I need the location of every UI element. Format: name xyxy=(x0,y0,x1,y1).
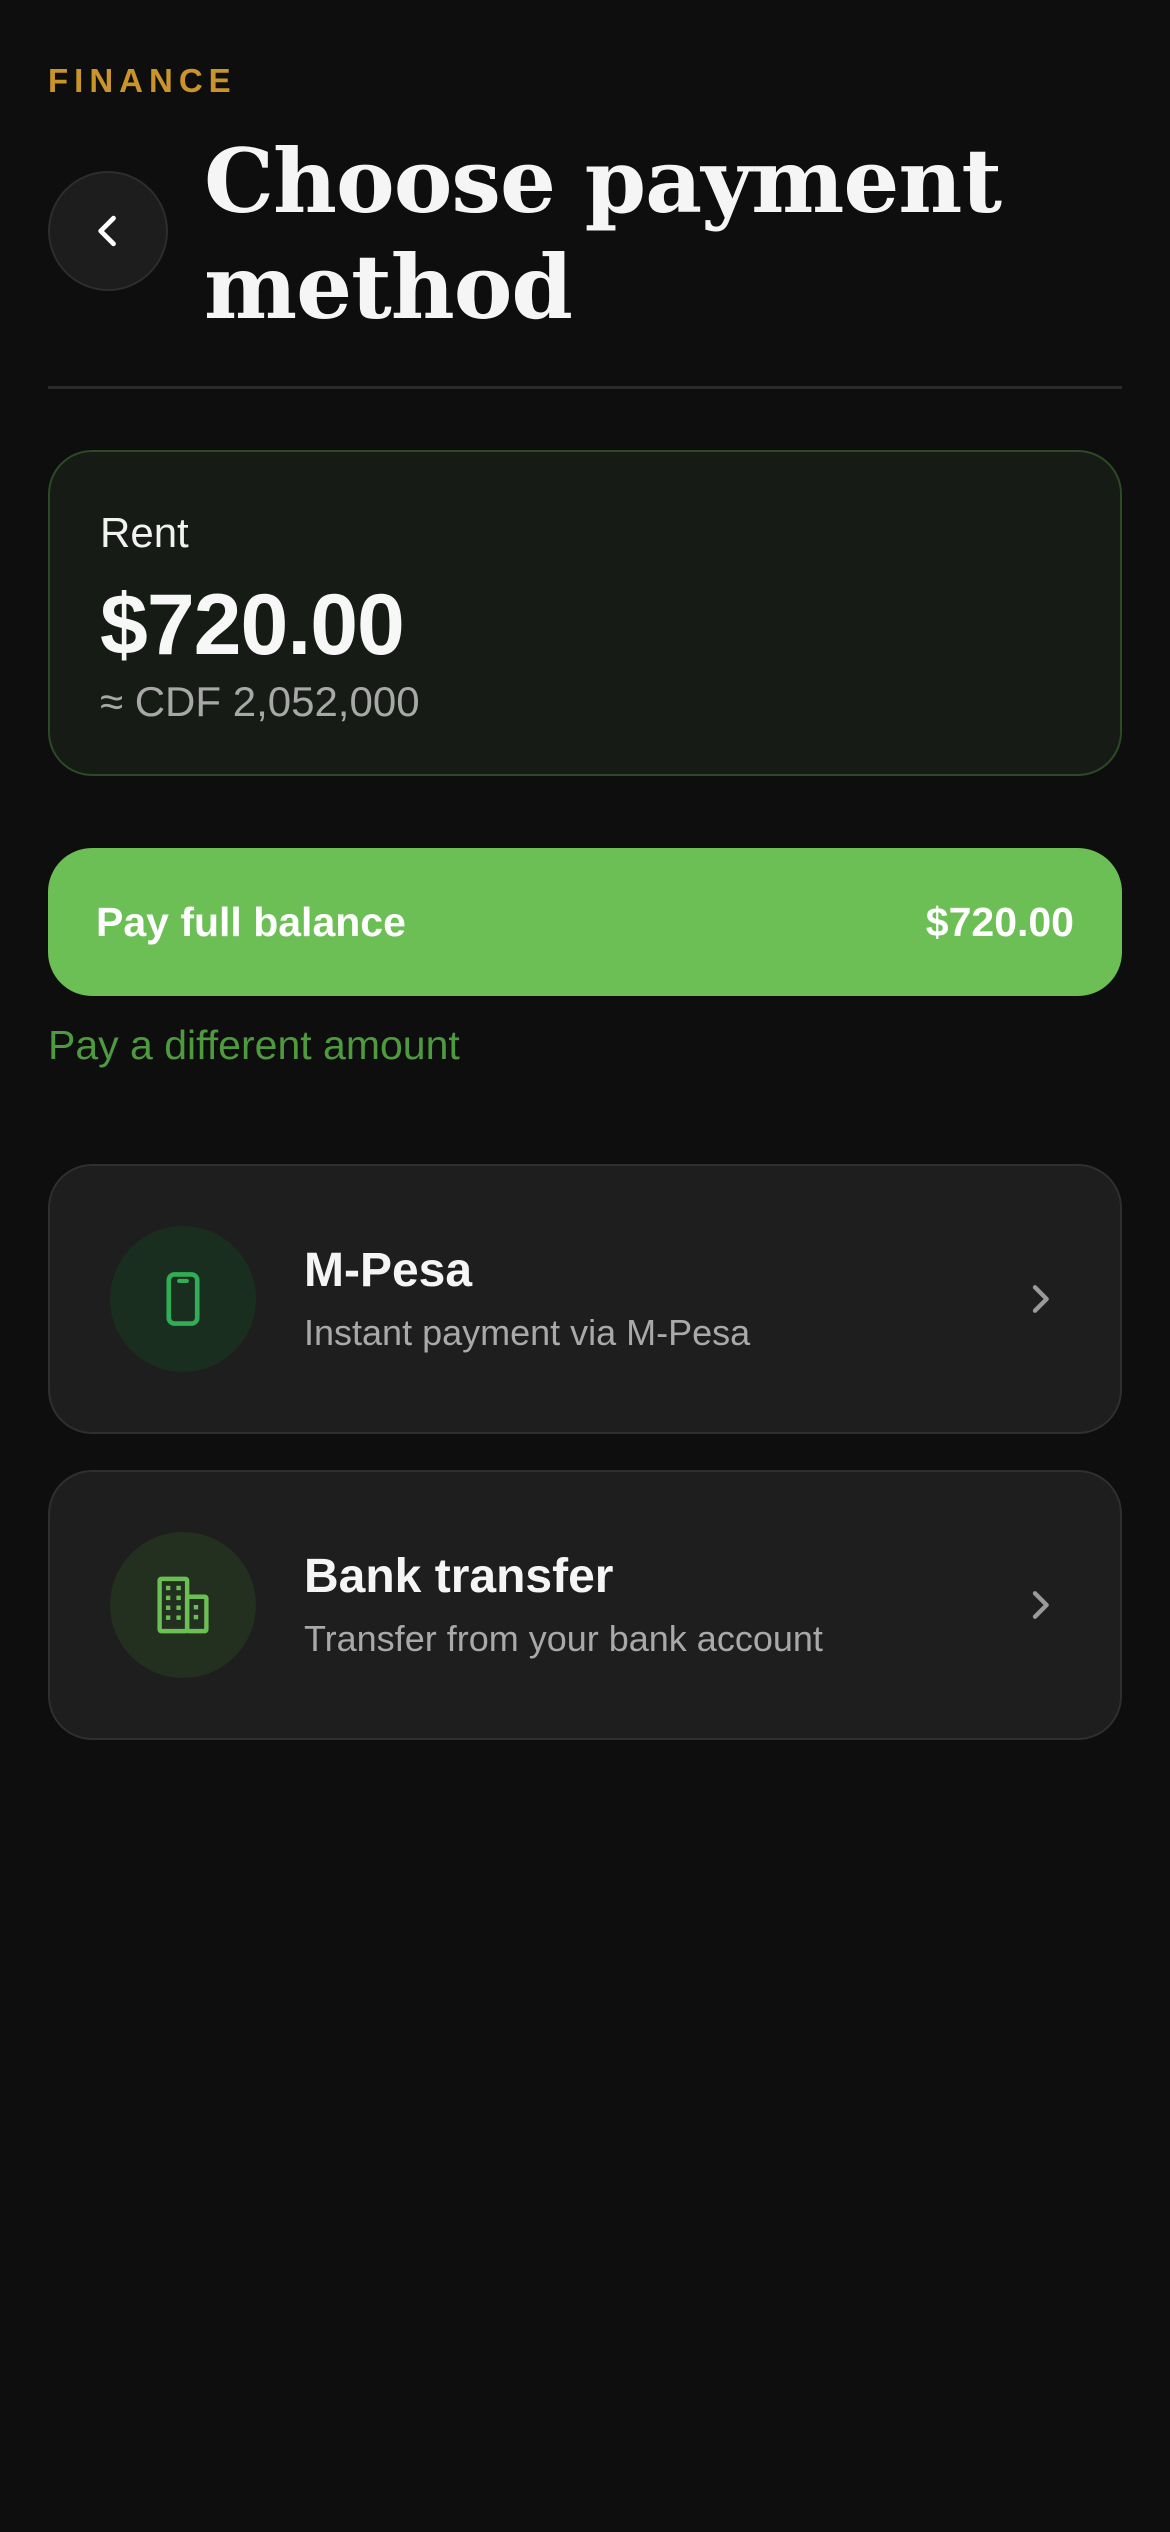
chevron-left-icon xyxy=(98,215,116,247)
payment-method-bank-transfer[interactable]: Bank transfer Transfer from your bank ac… xyxy=(48,1470,1122,1740)
bank-icon-badge xyxy=(110,1532,256,1678)
summary-amount: $720.00 xyxy=(100,577,405,673)
page-title: Choose payment method xyxy=(204,129,1002,339)
summary-label: Rent xyxy=(100,509,189,556)
pay-full-balance-label: Pay full balance xyxy=(96,898,406,945)
method-subtitle: Instant payment via M-Pesa xyxy=(304,1312,751,1353)
chevron-right-icon xyxy=(1020,1279,1060,1319)
back-button[interactable] xyxy=(48,171,168,291)
header-divider xyxy=(48,386,1122,389)
pay-full-balance-amount: $720.00 xyxy=(925,898,1074,945)
pay-different-amount-link[interactable]: Pay a different amount xyxy=(48,1022,460,1069)
method-title: M-Pesa xyxy=(304,1244,473,1297)
mpesa-text: M-Pesa Instant payment via M-Pesa xyxy=(304,1243,1020,1355)
bank-transfer-text: Bank transfer Transfer from your bank ac… xyxy=(304,1549,1020,1661)
bank-building-icon xyxy=(157,1576,209,1634)
payment-summary-card: Rent $720.00 ≈ CDF 2,052,000 xyxy=(48,450,1122,776)
phone-icon xyxy=(166,1272,200,1326)
mpesa-icon-badge xyxy=(110,1226,256,1372)
payment-method-screen: FINANCE Choose payment method Rent $720.… xyxy=(0,0,1170,2532)
payment-method-mpesa[interactable]: M-Pesa Instant payment via M-Pesa xyxy=(48,1164,1122,1434)
summary-converted-amount: ≈ CDF 2,052,000 xyxy=(100,678,420,725)
pay-full-balance-button[interactable]: Pay full balance $720.00 xyxy=(48,848,1122,996)
section-eyebrow: FINANCE xyxy=(48,62,237,99)
method-title: Bank transfer xyxy=(304,1550,614,1603)
method-subtitle: Transfer from your bank account xyxy=(304,1618,823,1659)
chevron-right-icon xyxy=(1020,1585,1060,1625)
